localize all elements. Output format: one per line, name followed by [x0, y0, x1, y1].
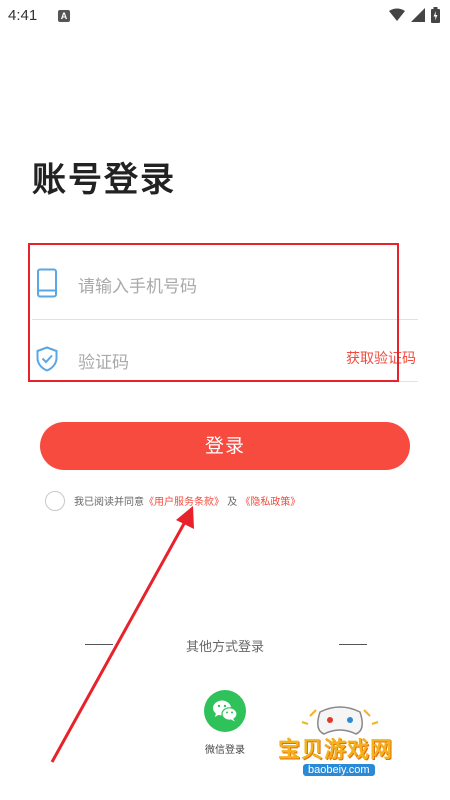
agreement-prefix: 我已阅读并同意 [74, 497, 144, 508]
code-row: 验证码 获取验证码 [32, 308, 418, 382]
battery-icon [431, 7, 440, 23]
shield-check-icon [36, 346, 58, 372]
code-input[interactable]: 验证码 [78, 348, 129, 373]
phone-input[interactable]: 请输入手机号码 [78, 272, 197, 297]
status-bar: 4:41 A [0, 0, 450, 34]
annotation-arrow [50, 506, 194, 763]
wechat-login-label: 微信登录 [205, 745, 245, 756]
phone-icon [37, 268, 57, 298]
signal-icon [411, 8, 425, 22]
agreement-checkbox[interactable] [45, 491, 65, 511]
agreement-conjunction: 及 [227, 497, 238, 508]
divider-right [339, 644, 367, 645]
login-button[interactable]: 登录 [40, 422, 410, 470]
wifi-icon [389, 8, 405, 21]
privacy-link[interactable]: 《隐私政策》 [240, 497, 300, 508]
page-title: 账号登录 [32, 160, 176, 200]
wechat-login-button[interactable] [204, 690, 246, 732]
agreement-text: 我已阅读并同意《用户服务条款》 及 《隐私政策》 [74, 493, 300, 508]
get-code-button[interactable]: 获取验证码 [346, 348, 416, 368]
watermark-title: 宝贝游戏网 [278, 738, 394, 763]
other-login-label: 其他方式登录 [185, 640, 264, 655]
watermark-url: baobeiy.com [303, 764, 375, 776]
wechat-icon [213, 700, 238, 722]
notification-icon: A [58, 10, 70, 22]
status-time: 4:41 [8, 7, 38, 24]
status-icons [389, 7, 440, 23]
terms-link[interactable]: 《用户服务条款》 [144, 497, 224, 508]
